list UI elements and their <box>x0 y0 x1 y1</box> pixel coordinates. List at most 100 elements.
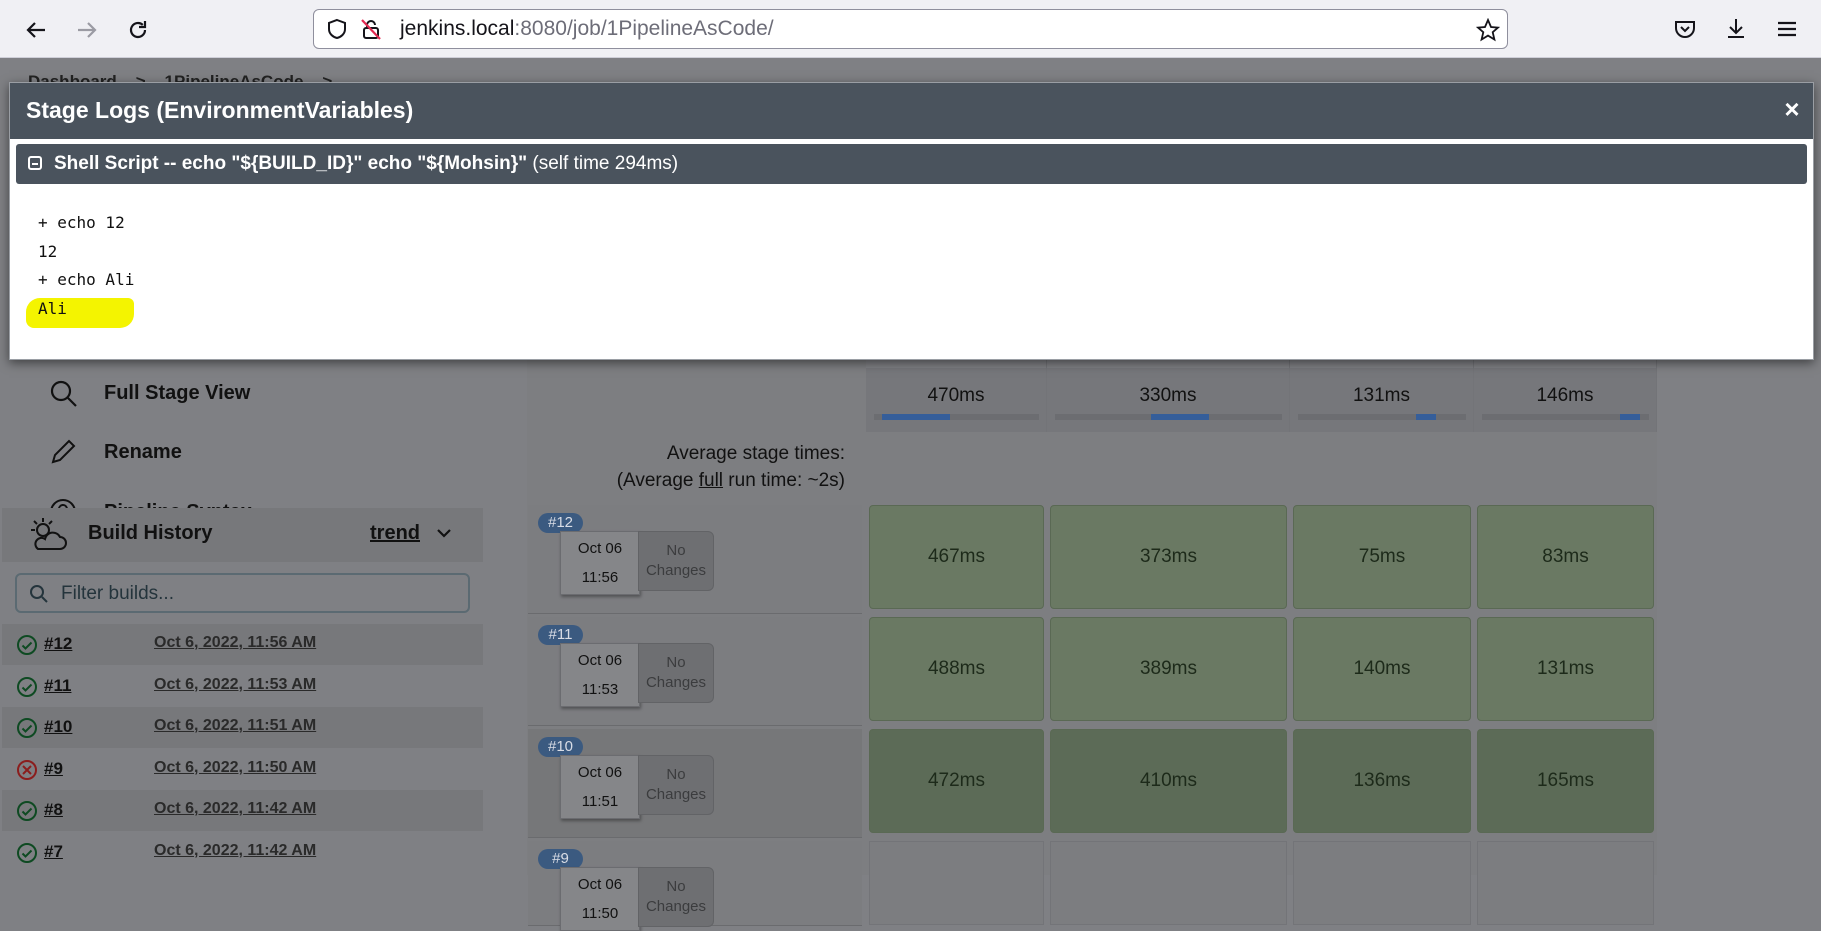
avg-run-pre: (Average <box>616 470 699 491</box>
stage-run-row: #10 Oct 06 11:51 No Changes <box>528 729 862 838</box>
no-changes-label[interactable]: No Changes <box>638 867 714 927</box>
failed-status-icon <box>16 759 38 781</box>
stage-progress-bar <box>1482 414 1649 420</box>
url-bar[interactable]: jenkins.local:8080/job/1PipelineAsCode/ <box>313 9 1508 49</box>
log-line: Ali <box>38 298 67 318</box>
full-stage-view-link[interactable]: Full Stage View <box>46 371 250 415</box>
menu-icon[interactable] <box>1775 17 1799 41</box>
stage-duration: 131ms <box>1536 658 1595 679</box>
stage-duration: 410ms <box>1139 770 1198 791</box>
no-changes-label[interactable]: No Changes <box>638 531 714 591</box>
build-date-link[interactable]: Oct 6, 2022, 11:56 AM <box>154 634 316 652</box>
stage-duration-cell[interactable]: 131ms <box>1477 617 1654 721</box>
stage-run-row: #9 Oct 06 11:50 No Changes <box>528 841 862 931</box>
build-row: #9 Oct 6, 2022, 11:50 AM <box>2 749 483 790</box>
reload-button[interactable] <box>121 13 155 47</box>
stage-duration-cell <box>869 841 1044 925</box>
stage-duration-cell[interactable]: 136ms <box>1293 729 1471 833</box>
collapse-icon[interactable] <box>28 156 42 170</box>
log-line: + echo 12 <box>38 213 125 232</box>
back-button[interactable] <box>19 13 53 47</box>
stage-average-time: 131ms <box>1352 385 1411 406</box>
modal-header: Stage Logs (EnvironmentVariables) × <box>10 83 1813 139</box>
build-row: #10 Oct 6, 2022, 11:51 AM <box>2 707 483 748</box>
run-badge[interactable]: #11 <box>538 625 583 645</box>
build-number-link[interactable]: #9 <box>44 759 63 779</box>
rename-link[interactable]: Rename <box>46 430 182 474</box>
console-log: + echo 12 12 + echo Ali Ali <box>38 209 134 323</box>
run-date: Oct 06 <box>577 540 623 557</box>
pocket-icon[interactable] <box>1673 17 1697 41</box>
run-badge[interactable]: #9 <box>538 849 583 869</box>
build-date-link[interactable]: Oct 6, 2022, 11:42 AM <box>154 800 316 818</box>
average-stage-times-label: Average stage times: (Average full run t… <box>560 440 845 494</box>
build-date-link[interactable]: Oct 6, 2022, 11:42 AM <box>154 842 316 860</box>
stage-duration-cell[interactable]: 389ms <box>1050 617 1287 721</box>
stage-duration-cell[interactable]: 410ms <box>1050 729 1287 833</box>
run-time: 11:53 <box>581 681 619 698</box>
stage-duration: 472ms <box>927 770 986 791</box>
log-line: + echo Ali <box>38 270 135 289</box>
build-number-link[interactable]: #12 <box>44 634 72 654</box>
stage-duration-cell[interactable]: 472ms <box>869 729 1044 833</box>
download-icon[interactable] <box>1724 16 1748 40</box>
stage-logs-modal: Stage Logs (EnvironmentVariables) × Shel… <box>9 82 1814 360</box>
stage-duration-cell <box>1293 841 1471 925</box>
stage-average-time: 470ms <box>927 385 985 406</box>
run-badge[interactable]: #12 <box>538 513 583 533</box>
build-number-link[interactable]: #10 <box>44 717 72 737</box>
stage-average-time: 146ms <box>1536 385 1594 406</box>
filter-builds-field[interactable] <box>15 573 470 613</box>
modal-title: Stage Logs (EnvironmentVariables) <box>26 97 414 123</box>
filter-builds-input[interactable] <box>59 581 453 607</box>
no-changes-label[interactable]: No Changes <box>638 755 714 815</box>
log-step-header[interactable]: Shell Script -- echo "${BUILD_ID}" echo … <box>16 144 1807 184</box>
forward-button[interactable] <box>70 13 104 47</box>
success-status-icon <box>16 800 38 822</box>
no-changes-label[interactable]: No Changes <box>638 643 714 703</box>
stage-duration-cell[interactable]: 140ms <box>1293 617 1471 721</box>
build-number-link[interactable]: #7 <box>44 842 63 862</box>
stage-duration-cell[interactable]: 75ms <box>1293 505 1471 609</box>
chevron-down-icon[interactable] <box>436 528 452 540</box>
build-date-link[interactable]: Oct 6, 2022, 11:53 AM <box>154 676 316 694</box>
build-row: #11 Oct 6, 2022, 11:53 AM <box>2 666 483 707</box>
stage-duration-cell[interactable]: 488ms <box>869 617 1044 721</box>
stage-duration-cell[interactable]: 83ms <box>1477 505 1654 609</box>
full-run-link[interactable]: full <box>699 470 723 491</box>
close-icon[interactable]: × <box>1778 95 1806 123</box>
stage-duration: 140ms <box>1353 658 1411 679</box>
run-badge[interactable]: #10 <box>538 737 583 757</box>
build-date-link[interactable]: Oct 6, 2022, 11:51 AM <box>154 717 316 735</box>
stage-duration: 83ms <box>1542 546 1589 567</box>
build-date-link[interactable]: Oct 6, 2022, 11:50 AM <box>154 759 316 777</box>
stage-duration-cell <box>1477 841 1654 925</box>
build-row: #7 Oct 6, 2022, 11:42 AM <box>2 832 483 873</box>
run-time: 11:51 <box>581 793 619 810</box>
stage-progress-bar <box>874 414 1039 420</box>
run-time: 11:56 <box>581 569 619 586</box>
star-icon[interactable] <box>1476 18 1500 42</box>
stage-duration-cell[interactable]: 373ms <box>1050 505 1287 609</box>
run-date-box: Oct 06 11:51 <box>560 755 640 819</box>
average-stage-times-line: Average stage times: <box>666 443 845 464</box>
trend-link[interactable]: trend <box>370 522 420 545</box>
url-text[interactable]: jenkins.local:8080/job/1PipelineAsCode/ <box>400 10 774 48</box>
shield-icon[interactable] <box>326 18 348 40</box>
build-number-link[interactable]: #8 <box>44 800 63 820</box>
stage-duration: 165ms <box>1536 770 1595 791</box>
full-stage-view-label: Full Stage View <box>104 381 251 404</box>
log-step-time: (self time 294ms) <box>532 153 679 174</box>
stage-duration-cell[interactable]: 467ms <box>869 505 1044 609</box>
stage-progress-fill <box>882 414 950 420</box>
browser-toolbar: jenkins.local:8080/job/1PipelineAsCode/ <box>0 0 1821 58</box>
run-time: 11:50 <box>581 905 619 922</box>
rename-label: Rename <box>104 440 182 463</box>
stage-progress-bar <box>1055 414 1282 420</box>
stage-duration-cell[interactable]: 165ms <box>1477 729 1654 833</box>
stage-duration: 467ms <box>927 546 986 567</box>
insecure-lock-icon[interactable] <box>360 18 382 40</box>
log-line: 12 <box>38 241 58 261</box>
pencil-icon <box>46 435 80 469</box>
build-number-link[interactable]: #11 <box>44 676 71 696</box>
